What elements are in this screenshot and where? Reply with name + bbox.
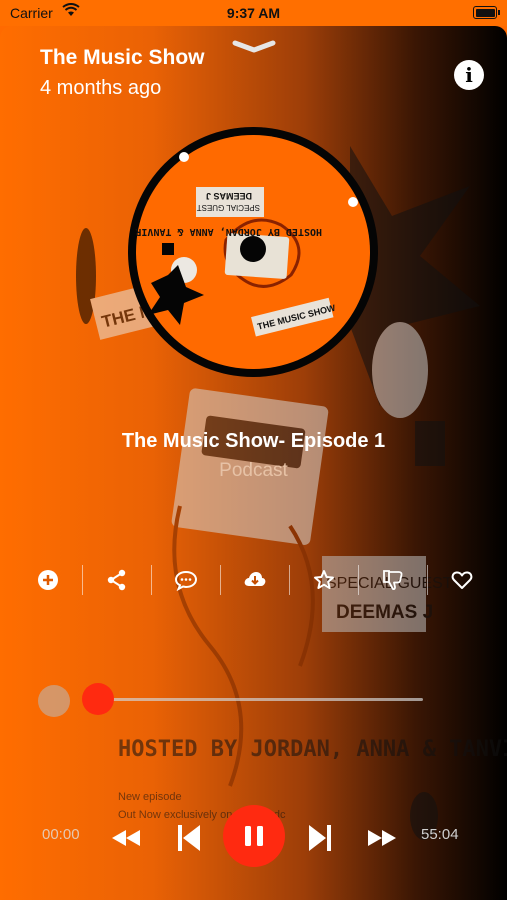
add-icon [38,570,58,590]
total-time: 55:04 [421,826,459,843]
fast-forward-icon [368,830,396,846]
share-icon [107,569,126,591]
battery-icon [473,6,500,19]
chevron-down-icon[interactable] [232,40,276,54]
favorite-button[interactable] [290,562,358,598]
skip-previous-icon [178,825,200,851]
seek-bar[interactable] [98,698,423,701]
previous-button[interactable] [172,821,206,855]
album-art: HOSTED BY JORDAN, ANNA & TANVIR SPECIAL … [128,127,378,377]
status-bar: Carrier 9:37 AM [0,0,507,26]
episode-type: Podcast [219,460,288,481]
pause-button[interactable] [223,805,285,867]
heart-icon [451,571,473,589]
skip-next-icon [309,825,331,851]
published-date: 4 months ago [40,77,162,99]
bg-new-episode: New episode [118,791,182,803]
comment-icon [174,570,198,591]
episode-title: The Music Show- Episode 1 [121,430,386,452]
now-playing-sheet: THE MUSIC SPECIAL GUEST DEEMAS J HOSTED … [0,26,507,900]
download-icon [244,572,266,586]
seek-thumb[interactable] [82,683,114,715]
album-guest-name: DEEMAS J [206,191,252,201]
like-button[interactable] [428,562,496,598]
thumbs-down-icon [383,570,403,591]
pause-icon [245,826,263,846]
info-icon: i [465,63,473,87]
album-special-guest: SPECIAL GUEST [197,203,260,212]
show-title: The Music Show [40,46,205,69]
download-button[interactable] [221,562,289,598]
info-button[interactable]: i [454,60,484,90]
rewind-icon [112,830,140,846]
bg-guest-name: DEEMAS J [336,602,433,623]
next-button[interactable] [303,821,337,855]
dislike-button[interactable] [359,562,427,598]
star-icon [314,570,334,589]
elapsed-time: 00:00 [42,826,80,843]
bg-hosted-by: HOSTED BY JORDAN, ANNA & TANVIR [118,737,507,762]
clock: 9:37 AM [226,5,281,21]
share-button[interactable] [83,562,151,598]
add-to-playlist-button[interactable] [14,562,82,598]
rewind-button[interactable] [108,823,144,853]
fast-forward-button[interactable] [364,823,400,853]
action-bar [14,562,494,598]
album-hosted-by: HOSTED BY JORDAN, ANNA & TANVIR [134,226,322,237]
comments-button[interactable] [152,562,220,598]
